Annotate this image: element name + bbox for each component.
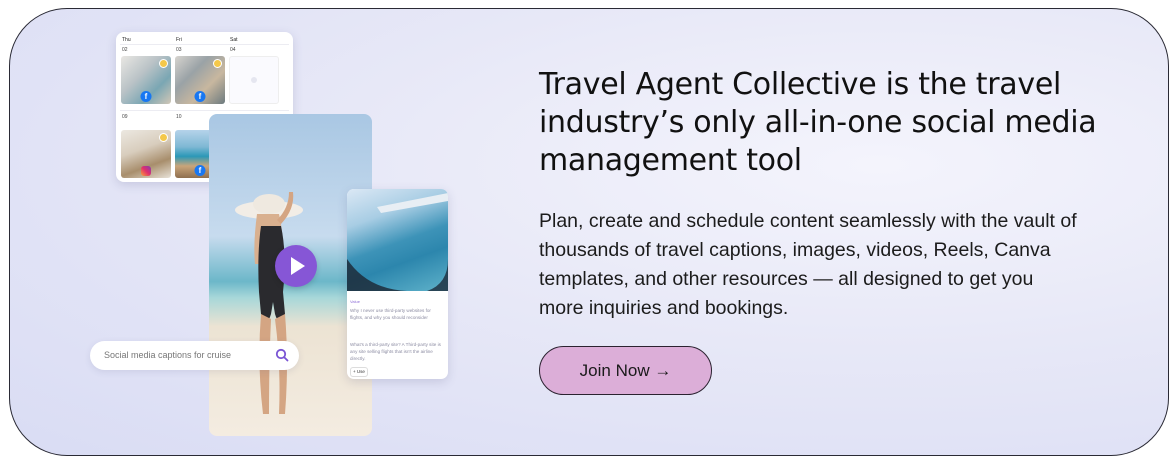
empty-slot[interactable] [229,56,279,104]
status-dot [159,133,168,142]
placeholder-dot [251,77,257,83]
promo-card: Thu Fri Sat 02 03 04 f f 09 10 11 f [9,8,1169,456]
date-label: 02 [122,47,128,53]
caption-card[interactable]: Value Why I never use third-party websit… [347,189,448,379]
status-dot [213,59,222,68]
caption-title: Why I never use third-party websites for… [350,308,431,320]
scheduled-post-thumbnail[interactable] [121,130,171,178]
search-icon[interactable] [275,348,289,362]
day-header-fri: Fri [176,37,182,43]
date-label: 10 [176,114,182,120]
description: Plan, create and schedule content seamle… [539,210,1077,319]
search-bar[interactable]: Social media captions for cruise [90,341,299,370]
date-label: 04 [230,47,236,53]
date-label: 09 [122,114,128,120]
day-header-thu: Thu [122,37,131,43]
calendar-divider [120,44,289,45]
calendar-divider [120,110,289,111]
status-dot [159,59,168,68]
caption-body: What's a third-party site? A Third-party… [350,342,441,361]
headline: Travel Agent Collective is the travel in… [539,67,1097,178]
scheduled-post-thumbnail[interactable]: f [121,56,171,104]
facebook-icon: f [194,165,206,176]
use-caption-button[interactable]: + Use [350,367,368,377]
join-now-button[interactable]: Join Now → [539,346,712,395]
play-button[interactable] [275,245,317,287]
instagram-icon [141,166,151,176]
caption-category-tag: Value [350,299,360,304]
search-input[interactable]: Social media captions for cruise [104,350,231,360]
facebook-icon: f [194,91,206,102]
wing-icon [347,193,448,291]
airplane-window-image [347,189,448,291]
day-header-sat: Sat [230,37,238,43]
facebook-icon: f [140,91,152,102]
scheduled-post-thumbnail[interactable]: f [175,56,225,104]
date-label: 03 [176,47,182,53]
